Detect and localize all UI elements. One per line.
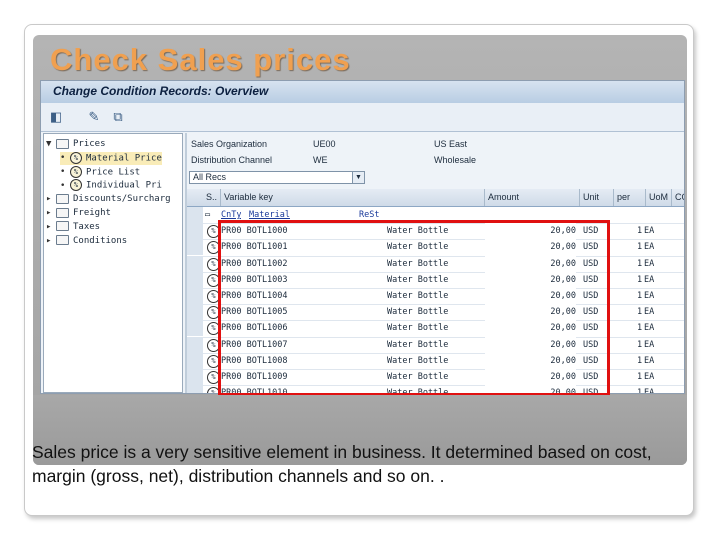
folder-icon: [56, 193, 69, 204]
tree-item-label: Discounts/Surcharg: [73, 194, 171, 205]
tree-item[interactable]: ▸ Discounts/Surcharg: [46, 193, 171, 206]
folder-icon: [56, 235, 69, 246]
col-s[interactable]: S..: [203, 189, 221, 206]
col-amount[interactable]: Amount: [485, 189, 580, 206]
filter-value: All Recs: [193, 172, 227, 182]
row-selector[interactable]: [187, 271, 203, 288]
tree-item[interactable]: ▸ Conditions: [46, 235, 127, 248]
row-uom: EA: [644, 226, 655, 237]
row-per: 1: [637, 307, 643, 318]
caption-rest: is a very sensitive element in business.…: [32, 442, 652, 486]
tree-item-label: Prices: [73, 139, 106, 149]
row-uom: EA: [644, 274, 655, 285]
tree-item[interactable]: ▸ Taxes: [46, 221, 100, 234]
tree-item-label: Freight: [73, 208, 111, 218]
tree-item-label: Conditions: [73, 235, 128, 246]
folder-icon: [56, 221, 69, 232]
sap-toolbar: ◧ ✎ ⧉: [41, 103, 684, 132]
row-selector[interactable]: [187, 239, 203, 256]
tree-item-label: Individual Pri: [86, 180, 162, 191]
collapse-icon[interactable]: ▸: [46, 221, 56, 234]
row-selector[interactable]: [187, 352, 203, 369]
collapse-icon[interactable]: ▸: [46, 235, 56, 248]
tree-item[interactable]: ▸ Freight: [46, 207, 111, 220]
row-per: 1: [637, 226, 643, 237]
row-uom: EA: [644, 323, 655, 334]
other-icon[interactable]: ⧉: [109, 108, 127, 126]
grid-header: S.. Variable key Amount Unit per UoM CO: [187, 189, 684, 207]
row-selector[interactable]: [187, 369, 203, 385]
row-uom: EA: [644, 291, 655, 301]
doc-icon: ▭: [205, 210, 211, 220]
bullet-icon[interactable]: •: [60, 180, 70, 193]
display-change-icon[interactable]: ✎: [85, 108, 103, 126]
slide-title: Check Sales prices: [50, 42, 351, 77]
row-uom: EA: [644, 242, 655, 253]
slide-caption: Sales price is a very sensitive element …: [32, 440, 692, 488]
highlight-box: [218, 220, 610, 396]
collapse-icon[interactable]: ▸: [46, 207, 56, 220]
row-per: 1: [637, 388, 643, 394]
folder-icon: [56, 138, 69, 149]
row-uom: EA: [644, 258, 655, 269]
row-selector[interactable]: [187, 336, 203, 353]
row-selector[interactable]: [187, 207, 203, 223]
row-per: 1: [637, 323, 643, 334]
row-uom: EA: [644, 372, 655, 382]
condition-icon: %: [70, 165, 82, 178]
col-per[interactable]: per: [614, 189, 646, 206]
back-icon[interactable]: ◧: [47, 108, 65, 126]
row-uom: EA: [644, 307, 655, 318]
tree-item[interactable]: •% Price List: [60, 165, 141, 179]
filter-dropdown[interactable]: All Recs ▼: [189, 171, 365, 184]
col-co[interactable]: CO: [672, 189, 684, 206]
sales-org-value: UE00: [313, 139, 336, 149]
row-per: 1: [637, 291, 643, 301]
row-uom: EA: [644, 355, 655, 366]
dist-channel-value: WE: [313, 155, 328, 165]
row-per: 1: [637, 242, 643, 253]
row-selector[interactable]: [187, 255, 203, 272]
col-variable-key[interactable]: Variable key: [221, 189, 485, 206]
bullet-icon[interactable]: •: [60, 166, 70, 179]
bullet-icon[interactable]: •: [60, 152, 70, 165]
row-per: 1: [637, 372, 643, 382]
sap-window-title: Change Condition Records: Overview: [53, 84, 269, 98]
condition-icon: %: [70, 151, 82, 164]
tree-item-label: Material Price: [86, 153, 162, 164]
folder-icon: [56, 207, 69, 218]
row-selector[interactable]: [187, 320, 203, 337]
row-selector[interactable]: [187, 223, 203, 240]
tree-item[interactable]: ▼ Prices: [46, 138, 106, 151]
col-unit[interactable]: Unit: [580, 189, 614, 206]
tree-item-label: Taxes: [73, 221, 101, 232]
row-per: 1: [637, 274, 643, 285]
caption-lead: Sales price: [32, 442, 119, 462]
sap-titlebar: Change Condition Records: Overview: [41, 81, 684, 104]
dist-channel-desc: Wholesale: [434, 155, 477, 165]
collapse-icon[interactable]: ▸: [46, 193, 56, 206]
row-per: 1: [637, 355, 643, 366]
sales-org-label: Sales Organization: [191, 139, 268, 149]
row-selector[interactable]: [187, 304, 203, 321]
chevron-down-icon[interactable]: ▼: [352, 172, 364, 183]
dist-channel-label: Distribution Channel: [191, 155, 273, 165]
row-selector[interactable]: [187, 385, 203, 393]
condition-tree: ▼ Prices •% Material Price •% Price List •% Ind…: [43, 133, 183, 393]
row-uom: EA: [644, 388, 655, 394]
col-uom[interactable]: UoM: [646, 189, 672, 206]
row-uom: EA: [644, 339, 655, 350]
row-per: 1: [637, 258, 643, 269]
selection-header: Sales Organization UE00 US East Distribu…: [187, 133, 684, 187]
sales-org-desc: US East: [434, 139, 468, 149]
tree-item-label: Price List: [86, 167, 141, 178]
row-selector[interactable]: [187, 288, 203, 304]
row-per: 1: [637, 339, 643, 350]
tree-item[interactable]: •% Individual Pri: [60, 179, 162, 192]
expand-icon[interactable]: ▼: [46, 138, 56, 151]
tree-item[interactable]: •% Material Price: [60, 151, 162, 165]
condition-icon: %: [70, 179, 82, 192]
